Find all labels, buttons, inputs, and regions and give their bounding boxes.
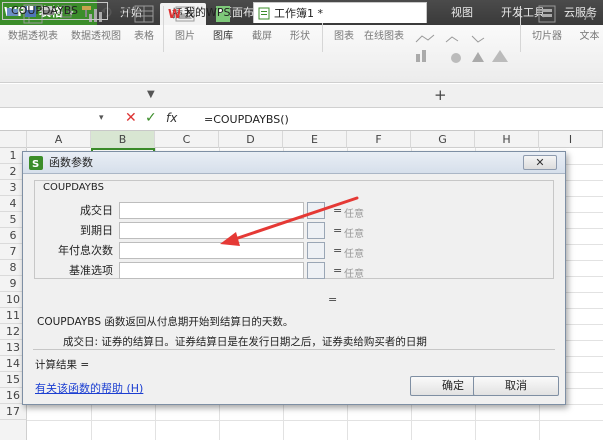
- column-header[interactable]: G: [411, 131, 475, 148]
- collapse-dialog-icon[interactable]: [307, 262, 325, 279]
- table-button[interactable]: 表格: [130, 4, 158, 42]
- close-button[interactable]: ✕: [523, 155, 557, 170]
- calc-result: 计算结果 =: [35, 359, 90, 371]
- doc-tab-workbook[interactable]: 工作簿1 *: [253, 2, 427, 23]
- param-eq: =: [333, 264, 343, 277]
- sparkline-gallery[interactable]: [412, 32, 512, 76]
- param-hint: 任意: [344, 249, 364, 260]
- collapse-dialog-icon[interactable]: [307, 242, 325, 259]
- param-eq: =: [333, 244, 343, 257]
- param-label: 基准选项: [69, 264, 113, 277]
- name-box[interactable]: COUPDAYBS: [2, 2, 108, 20]
- slicer-button[interactable]: 切片器: [528, 4, 566, 42]
- function-description: COUPDAYBS 函数返回从付息期开始到结算日的天数。: [37, 316, 294, 328]
- wps-logo-icon: W: [168, 7, 180, 19]
- dialog-title: 函数参数: [49, 156, 93, 169]
- text-icon: A: [584, 8, 594, 24]
- column-header[interactable]: D: [219, 131, 283, 148]
- sparkline-icons: [415, 34, 508, 63]
- svg-text:S: S: [32, 159, 39, 170]
- param-hint: 任意: [344, 229, 364, 240]
- divider: [33, 349, 555, 350]
- cancel-button[interactable]: 取消: [473, 376, 559, 396]
- param-eq: =: [333, 224, 343, 237]
- result-eq: =: [328, 293, 338, 306]
- spreadsheet-app-icon: S: [29, 156, 43, 170]
- collapse-dialog-icon[interactable]: [307, 202, 325, 219]
- param-label: 年付息次数: [58, 244, 113, 257]
- formula-bar: [0, 109, 603, 131]
- column-header[interactable]: A: [27, 131, 91, 148]
- confirm-check-icon[interactable]: ✓: [145, 110, 157, 126]
- maturity-input[interactable]: [119, 222, 304, 239]
- text-button[interactable]: A 文本: [576, 4, 603, 42]
- column-header[interactable]: F: [347, 131, 411, 148]
- table-icon: [134, 5, 154, 23]
- param-eq: =: [333, 204, 343, 217]
- spreadsheet-doc-icon: [258, 7, 270, 20]
- slicer-icon: [538, 5, 556, 23]
- customize-dropdown-icon[interactable]: ▼: [147, 89, 155, 100]
- function-name-label: COUPDAYBS: [41, 182, 106, 193]
- select-all-corner[interactable]: [0, 131, 27, 148]
- grid-line: [27, 420, 603, 421]
- redo-icon[interactable]: [120, 5, 133, 18]
- new-tab-plus-icon[interactable]: +: [434, 86, 447, 104]
- help-link[interactable]: 有关该函数的帮助 (H): [35, 380, 143, 396]
- column-header[interactable]: I: [539, 131, 603, 148]
- param-description: 成交日: 证券的结算日。证券结算日是在发行日期之后，证券卖给购买者的日期: [63, 336, 427, 348]
- column-header[interactable]: E: [283, 131, 347, 148]
- row-header-filler: [0, 420, 27, 440]
- cancel-x-icon[interactable]: ✕: [125, 110, 137, 126]
- row-header[interactable]: 17: [0, 404, 27, 420]
- basis-input[interactable]: [119, 262, 304, 279]
- tab-view[interactable]: 视图: [442, 0, 482, 25]
- column-header[interactable]: H: [475, 131, 539, 148]
- name-box-dropdown-icon[interactable]: ▾: [99, 113, 104, 123]
- param-label: 到期日: [80, 224, 113, 237]
- svg-text:W: W: [168, 7, 180, 19]
- param-hint: 任意: [344, 269, 364, 280]
- svg-text:A: A: [584, 8, 594, 24]
- column-header[interactable]: B: [91, 131, 155, 148]
- param-label: 成交日: [80, 204, 113, 217]
- function-arguments-dialog: S 函数参数 ✕ COUPDAYBS 成交日 = 任意 到期日 = 任意 年付息…: [22, 151, 566, 405]
- frequency-input[interactable]: [119, 242, 304, 259]
- settlement-input[interactable]: [119, 202, 304, 219]
- column-header[interactable]: C: [155, 131, 219, 148]
- formula-input[interactable]: =COUPDAYBS(): [204, 109, 289, 131]
- collapse-dialog-icon[interactable]: [307, 222, 325, 239]
- doc-tab-my-wps[interactable]: W 我的WPS: [164, 2, 246, 23]
- param-hint: 任意: [344, 209, 364, 220]
- dialog-titlebar[interactable]: S 函数参数 ✕: [23, 152, 565, 174]
- quick-access-bar: [0, 84, 603, 108]
- insert-function-button[interactable]: fx: [166, 111, 177, 125]
- ribbon-divider: [520, 6, 521, 52]
